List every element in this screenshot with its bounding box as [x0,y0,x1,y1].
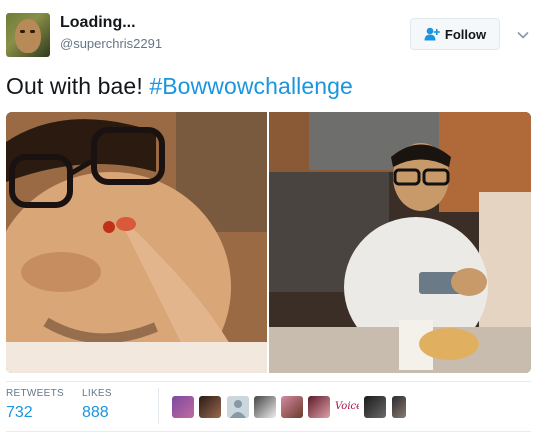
tweet-header: Loading... @superchris2291 Follow [5,9,537,59]
hashtag-link[interactable]: #Bowwowchallenge [149,73,353,99]
stats-separator [158,388,159,424]
avatar-eye-right [30,30,35,33]
liker-avatar[interactable] [364,396,386,418]
liker-avatar[interactable] [392,396,406,418]
liker-avatar[interactable] [199,396,221,418]
liker-avatar-text[interactable]: Voices [335,396,359,418]
liker-avatar[interactable] [254,396,276,418]
liker-avatar-default[interactable] [227,396,249,418]
add-user-icon [424,27,440,41]
likes-label: LIKES [82,388,112,399]
likes-count: 888 [82,404,109,421]
default-user-icon [227,396,249,418]
chevron-down-icon[interactable] [516,28,530,42]
divider [6,431,531,432]
user-avatar[interactable] [6,13,50,57]
retweets-stat[interactable]: RETWEETS 732 [6,388,64,422]
liker-avatar[interactable] [308,396,330,418]
likes-stat[interactable]: LIKES 888 [82,388,112,422]
avatar-face [15,19,41,53]
tweet-text: Out with bae! #Bowwowchallenge [6,73,353,100]
retweets-count: 732 [6,404,33,421]
avatar-eye-left [20,30,25,33]
display-name[interactable]: Loading... [60,14,136,32]
media-grid [6,112,531,373]
tweet-body: Out with bae! [6,73,150,99]
liker-avatar[interactable] [172,396,194,418]
photo-restaurant-illustration [269,112,531,373]
liker-avatar[interactable] [281,396,303,418]
retweets-label: RETWEETS [6,388,64,399]
follow-label: Follow [444,26,487,42]
photo-closeup-selfie[interactable] [6,112,267,373]
divider [6,381,531,382]
photo-restaurant-table[interactable] [269,112,531,373]
user-handle[interactable]: @superchris2291 [60,36,162,51]
photo-closeup-illustration [6,112,267,373]
follow-button[interactable]: Follow [410,18,500,50]
